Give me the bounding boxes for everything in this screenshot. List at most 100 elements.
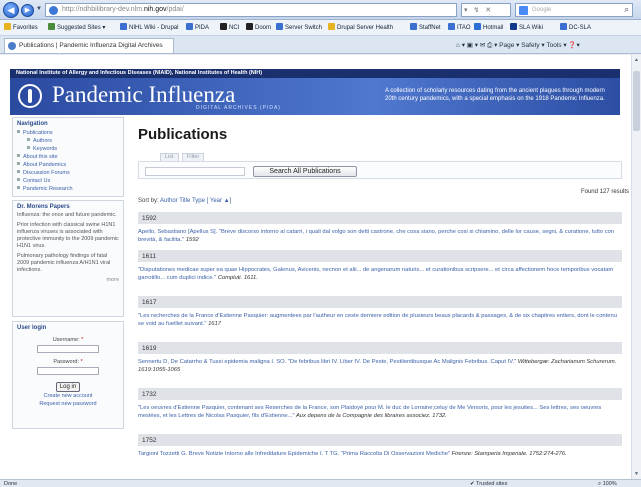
password-label: Password: * <box>53 359 83 365</box>
search-icon[interactable]: ⌕ <box>625 5 629 15</box>
sort-type-link[interactable]: Type <box>192 198 205 204</box>
navigation-title: Navigation <box>17 121 48 127</box>
fav-icon <box>474 23 481 30</box>
bullet-icon <box>27 146 30 149</box>
tab-publications[interactable]: Publications | Pandemic Influenza Digita… <box>4 38 174 53</box>
status-text: Done <box>4 481 18 487</box>
fav-link[interactable]: NIHL Wiki - Drupal <box>120 23 178 31</box>
scroll-down-icon[interactable]: ▼ <box>632 469 641 479</box>
sidebar-item-publications[interactable]: Publications <box>17 129 119 137</box>
fav-link[interactable]: DC-SLA <box>560 23 591 31</box>
institute-strip: National Institute of Allergy and Infect… <box>10 69 620 78</box>
pida-logo-icon[interactable] <box>18 84 42 108</box>
paper-link[interactable]: Prior infection with classical swine H1N… <box>17 222 119 250</box>
fav-link[interactable]: NCI <box>220 23 239 31</box>
create-account-link[interactable]: Create new account <box>17 392 119 400</box>
address-text: http://ndhbilibrary-dev.nlm.nih.gov/pdai… <box>62 6 184 13</box>
more-link[interactable]: more <box>17 277 119 283</box>
year-header: 1592 <box>138 212 622 224</box>
back-button[interactable]: ◀ <box>3 2 19 18</box>
tab-title: Publications | Pandemic Influenza Digita… <box>19 42 163 49</box>
publication-entry[interactable]: "Les oeuvres d'Estienne Pasquier, conten… <box>138 405 622 420</box>
paper-link[interactable]: Pulmonary pathology findings of fatal 20… <box>17 253 119 274</box>
bullet-icon <box>17 162 20 165</box>
scroll-thumb[interactable] <box>633 71 640 131</box>
sort-title-link[interactable]: Title <box>179 198 190 204</box>
login-button[interactable]: Log in <box>56 382 80 392</box>
login-title: User login <box>17 325 47 331</box>
navigation-block: Navigation Publications Authors Keywords… <box>12 117 124 197</box>
bullet-icon <box>17 170 20 173</box>
bullet-icon <box>17 154 20 157</box>
paper-link[interactable]: Influenza: the once and future pandemic. <box>17 212 119 219</box>
sidebar-item-about-site[interactable]: About this site <box>17 153 119 161</box>
sidebar-item-contact[interactable]: Contact Us <box>17 177 119 185</box>
site-icon <box>8 42 16 50</box>
fav-link[interactable]: Server Switch <box>276 23 322 31</box>
request-password-link[interactable]: Request new password <box>17 400 119 408</box>
sort-year-link[interactable]: [ Year ▲] <box>207 198 232 204</box>
publication-entry[interactable]: Apello, Sebastiano [Apellus S]. "Breve d… <box>138 229 622 244</box>
scroll-up-icon[interactable]: ▲ <box>632 55 641 65</box>
bullet-icon <box>17 178 20 181</box>
fav-link[interactable]: ITAO <box>448 23 471 31</box>
sidebar-item-discussion[interactable]: Discussion Forums <box>17 169 119 177</box>
password-field[interactable] <box>37 367 99 375</box>
papers-title: Dr. Morens Papers <box>17 204 70 210</box>
fav-link[interactable]: Hotmail <box>474 23 503 31</box>
fav-icon <box>510 23 517 30</box>
search-input[interactable] <box>145 167 245 176</box>
history-chevron-icon[interactable]: ▼ <box>36 6 42 12</box>
favorites-button[interactable]: Favorites <box>4 23 38 31</box>
fav-link[interactable]: StaffNet <box>410 23 441 31</box>
username-field[interactable] <box>37 345 99 353</box>
tab-list[interactable]: List <box>160 153 179 161</box>
papers-block: Dr. Morens Papers Influenza: the once an… <box>12 200 124 317</box>
sidebar-item-research[interactable]: Pandemic Research <box>17 185 119 193</box>
tab-filter[interactable]: Filter <box>182 153 205 161</box>
publication-entry[interactable]: Targioni Tozzetti G. Breve Notizie Intor… <box>138 451 622 459</box>
command-bar[interactable]: ⌂ ▾ ▣ ▾ ✉ ⎙ ▾ Page ▾ Safety ▾ Tools ▾ ❓▾ <box>456 41 580 50</box>
bullet-icon <box>27 138 30 141</box>
sort-label: Sort by: <box>138 198 159 204</box>
sidebar-item-keywords[interactable]: Keywords <box>17 145 119 153</box>
fav-link[interactable]: SLA Wiki <box>510 23 543 31</box>
fav-icon <box>48 23 55 30</box>
fav-icon <box>328 23 335 30</box>
fav-icon <box>220 23 227 30</box>
search-placeholder: Google <box>532 7 552 13</box>
search-box[interactable]: Google ⌕ <box>515 3 633 17</box>
fav-icon <box>186 23 193 30</box>
result-count: Found 127 results <box>580 189 629 195</box>
address-tools[interactable]: ▾ ↯ ✕ <box>461 3 511 17</box>
zoom-level[interactable]: ⌕ 100% <box>598 481 617 487</box>
fav-link[interactable]: Suggested Sites ▾ <box>48 23 105 31</box>
security-zone[interactable]: ✔ Trusted sites <box>470 481 507 487</box>
browser-titlebar: ◀ ▶ ▼ http://ndhbilibrary-dev.nlm.nih.go… <box>0 0 641 20</box>
bullet-icon <box>17 130 20 133</box>
google-icon <box>519 6 528 15</box>
bullet-icon <box>17 186 20 189</box>
address-bar[interactable]: http://ndhbilibrary-dev.nlm.nih.gov/pdai… <box>45 3 457 17</box>
forward-button[interactable]: ▶ <box>21 4 34 17</box>
site-icon <box>49 6 58 15</box>
year-header: 1611 <box>138 250 622 262</box>
fav-link[interactable]: Doom <box>246 23 271 31</box>
sidebar-item-about-pandemics[interactable]: About Pandemics <box>17 161 119 169</box>
year-header: 1617 <box>138 296 622 308</box>
fav-icon <box>276 23 283 30</box>
star-icon <box>4 23 11 30</box>
publication-entry[interactable]: Sennertu D, De Catarrho & Tussi epidemia… <box>138 359 622 374</box>
fav-link[interactable]: PIDA <box>186 23 209 31</box>
tab-bar: Publications | Pandemic Influenza Digita… <box>0 36 641 54</box>
fav-link[interactable]: Drupal Server Health <box>328 23 393 31</box>
sidebar-item-authors[interactable]: Authors <box>17 137 119 145</box>
year-header: 1619 <box>138 342 622 354</box>
status-bar: Done ✔ Trusted sites ⌕ 100% <box>0 479 641 487</box>
search-all-button[interactable]: Search All Publications <box>253 166 357 177</box>
publication-entry[interactable]: "Les recherches de la France d'Estienne … <box>138 313 622 328</box>
fav-icon <box>410 23 417 30</box>
sort-author-link[interactable]: Author <box>160 198 178 204</box>
publication-entry[interactable]: "Disputationes medicae super ea quae Hip… <box>138 267 622 282</box>
vertical-scrollbar[interactable]: ▲ ▼ <box>631 55 641 479</box>
